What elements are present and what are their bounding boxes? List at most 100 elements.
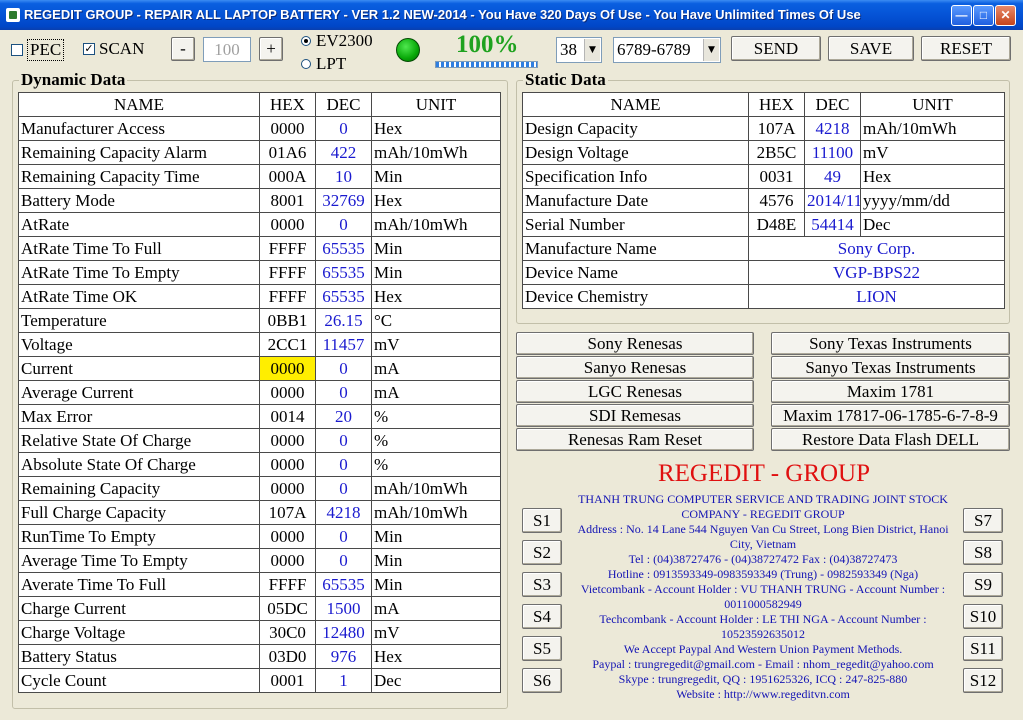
cell-unit: mV [371,620,501,645]
send-button[interactable]: SEND [731,36,821,61]
column-header-name: NAME [522,92,749,117]
minimize-button[interactable]: — [951,5,972,26]
address-value: 38 [560,40,577,59]
table-row: Design Capacity 107A 4218 mAh/10mWh [522,116,1005,141]
cell-dec: 65535 [315,572,372,597]
slot-button-s3[interactable]: S3 [522,572,562,597]
close-button[interactable]: ✕ [995,5,1016,26]
cell-unit: Min [371,260,501,285]
cell-hex: D48E [748,212,805,237]
cell-name: Temperature [18,308,260,333]
chevron-down-icon[interactable]: ▼ [584,39,600,61]
cell-unit: mV [371,332,501,357]
chip-button-left-4[interactable]: SDI Remesas [516,404,754,427]
cell-value: VGP-BPS22 [748,260,1005,285]
table-row: AtRate Time To Full FFFF 65535 Min [18,236,501,261]
cell-unit: % [371,404,501,429]
scan-checkbox[interactable]: ✓ SCAN [83,39,144,59]
table-row: Voltage 2CC1 11457 mV [18,332,501,357]
info-line: Website : http://www.regeditvn.com [676,687,850,701]
slot-button-s6[interactable]: S6 [522,668,562,693]
radio-dot[interactable] [301,36,311,46]
info-line: We Accept Paypal And Western Union Payme… [623,642,903,656]
table-row: AtRate Time OK FFFF 65535 Hex [18,284,501,309]
cell-dec: 0 [315,452,372,477]
slot-button-s11[interactable]: S11 [963,636,1003,661]
cell-hex: 0000 [259,548,316,573]
slot-button-s8[interactable]: S8 [963,540,1003,565]
cell-name: Device Name [522,260,749,285]
chip-button-right-3[interactable]: Maxim 1781 [771,380,1010,403]
table-row: Average Current 0000 0 mA [18,380,501,405]
column-header-hex: HEX [259,92,316,117]
cell-dec: 11457 [315,332,372,357]
slot-button-s1[interactable]: S1 [522,508,562,533]
cell-name: Relative State Of Charge [18,428,260,453]
cell-dec: 422 [315,140,372,165]
cell-dec: 26.15 [315,308,372,333]
cell-name: Design Voltage [522,140,749,165]
maximize-button[interactable]: □ [973,5,994,26]
cell-name: Manufacture Name [522,236,749,261]
checkmark-icon[interactable]: ✓ [83,43,95,55]
cell-name: AtRate Time To Full [18,236,260,261]
chip-button-right-1[interactable]: Sony Texas Instruments [771,332,1010,355]
cell-dec: 0 [315,116,372,141]
interval-input[interactable]: 100 [203,37,251,62]
table-row: Relative State Of Charge 0000 0% [18,428,501,453]
info-line: Paypal : trungregedit@gmail.com - Email … [592,657,934,671]
checkbox-box[interactable] [11,44,23,56]
slot-button-s9[interactable]: S9 [963,572,1003,597]
radio-lpt[interactable]: LPT [301,54,346,74]
radio-dot[interactable] [301,59,311,69]
progress-percent: 100% [456,31,519,58]
table-row: Manufacture Date45762014/11/22yyyy/mm/dd [522,188,1005,213]
reset-button[interactable]: RESET [921,36,1011,61]
chip-button-right-2[interactable]: Sanyo Texas Instruments [771,356,1010,379]
increment-button[interactable]: + [259,37,283,61]
cell-hex: 0000 [259,116,316,141]
decrement-button[interactable]: - [171,37,195,61]
column-header-dec: DEC [315,92,372,117]
title-bar[interactable]: REGEDIT GROUP - REPAIR ALL LAPTOP BATTER… [0,0,1023,30]
address-select[interactable]: 38 ▼ [556,37,602,63]
cell-dec: 2014/11/22 [804,188,861,213]
slot-button-s10[interactable]: S10 [963,604,1003,629]
cell-value: LION [748,284,1005,309]
cell-dec: 4218 [804,116,861,141]
cell-dec: 4218 [315,500,372,525]
chip-button-right-4[interactable]: Maxim 17817-06-1785-6-7-8-9 [771,404,1010,427]
slot-button-s12[interactable]: S12 [963,668,1003,693]
chip-button-left-2[interactable]: Sanyo Renesas [516,356,754,379]
cell-hex: 30C0 [259,620,316,645]
password-select[interactable]: 6789-6789 ▼ [613,37,721,63]
chevron-down-icon[interactable]: ▼ [703,39,719,61]
table-row: Specification Info 0031 49 Hex [522,164,1005,189]
cell-name: Battery Status [18,644,260,669]
chip-button-right-5[interactable]: Restore Data Flash DELL [771,428,1010,451]
table-row: Cycle Count 0001 1 Dec [18,668,501,693]
slot-button-s2[interactable]: S2 [522,540,562,565]
cell-name: Full Charge Capacity [18,500,260,525]
chip-button-left-3[interactable]: LGC Renesas [516,380,754,403]
cell-dec: 65535 [315,284,372,309]
slot-button-s5[interactable]: S5 [522,636,562,661]
cell-hex: 2CC1 [259,332,316,357]
cell-unit: mAh/10mWh [371,140,501,165]
cell-dec: 49 [804,164,861,189]
cell-dec: 65535 [315,236,372,261]
save-button[interactable]: SAVE [828,36,914,61]
cell-unit: Hex [860,164,1005,189]
cell-dec: 0 [315,380,372,405]
slot-button-s4[interactable]: S4 [522,604,562,629]
cell-dec: 32769 [315,188,372,213]
chip-button-left-1[interactable]: Sony Renesas [516,332,754,355]
slot-button-s7[interactable]: S7 [963,508,1003,533]
radio-ev2300[interactable]: EV2300 [301,31,373,51]
pec-checkbox[interactable]: PEC [11,39,65,61]
cell-name: Average Current [18,380,260,405]
cell-name: Device Chemistry [522,284,749,309]
table-row: Charge Current 05DC 1500 mA [18,596,501,621]
app-icon [6,8,20,22]
chip-button-left-5[interactable]: Renesas Ram Reset [516,428,754,451]
